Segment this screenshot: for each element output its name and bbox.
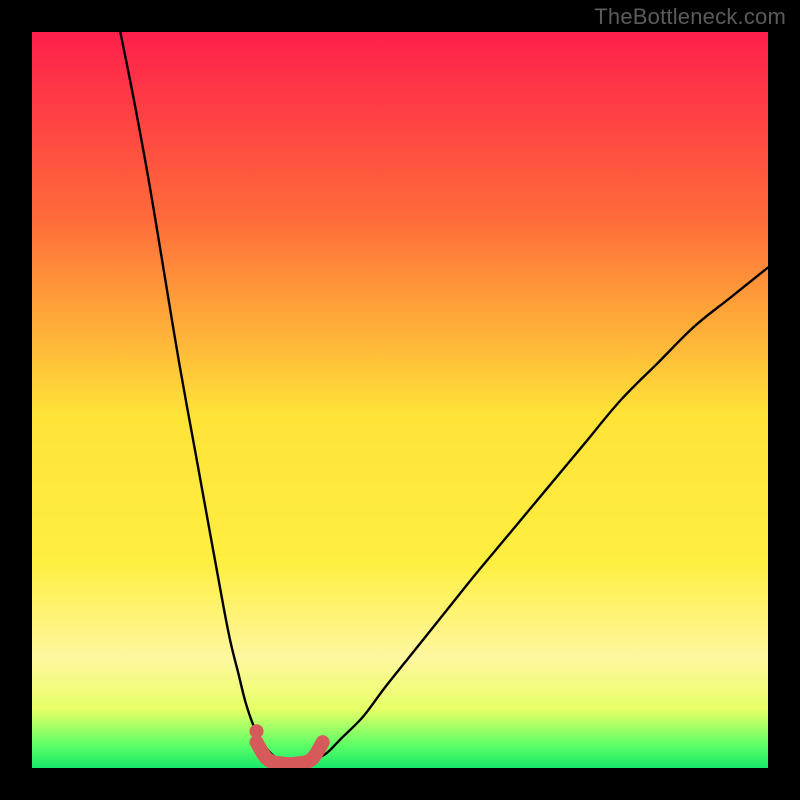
watermark-label: TheBottleneck.com	[594, 4, 786, 30]
highlight-dot	[250, 724, 264, 738]
chart-frame: TheBottleneck.com	[0, 0, 800, 800]
chart-curves	[32, 32, 768, 768]
plot-area	[32, 32, 768, 768]
curve-right	[312, 268, 768, 761]
curve-left	[120, 32, 282, 761]
optimal-band-highlight	[257, 742, 323, 764]
